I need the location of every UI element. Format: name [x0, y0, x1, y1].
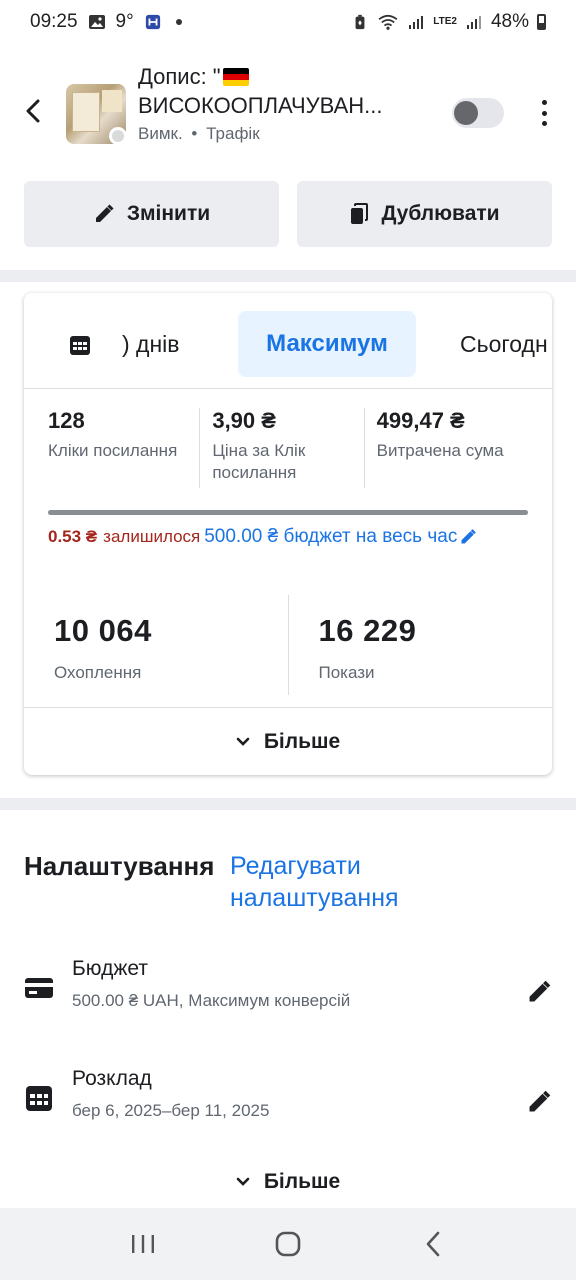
- back-button[interactable]: [20, 98, 46, 124]
- schedule-title: Розклад: [72, 1067, 152, 1090]
- duplicate-button[interactable]: Дублювати: [297, 181, 552, 247]
- settings-more-button[interactable]: Більше: [0, 1160, 576, 1204]
- edit-button-label: Змінити: [126, 202, 211, 225]
- setting-schedule[interactable]: Розклад бер 6, 2025–бер 11, 2025: [24, 1067, 552, 1137]
- german-flag-icon: [222, 68, 249, 86]
- network-type-label: LTE2: [433, 16, 457, 27]
- metric-reach: 10 064 Охоплення: [24, 595, 288, 695]
- app-notification-icon: [145, 14, 160, 30]
- metric-label: Витрачена сума: [376, 441, 504, 460]
- credit-card-icon: [25, 978, 53, 998]
- metric-value: 3,90 ₴: [212, 408, 276, 433]
- budget-subtitle: 500.00 ₴ UAH, Максимум конверсій: [72, 991, 351, 1010]
- setting-budget[interactable]: Бюджет 500.00 ₴ UAH, Максимум конверсій: [24, 957, 552, 1027]
- remaining-amount: 0.53 ₴: [48, 527, 98, 546]
- budget-progress-fill: [48, 510, 528, 515]
- budget-progress-bar: [48, 510, 528, 515]
- settings-title: Налаштування: [24, 851, 215, 881]
- back-arrow-icon: [427, 1231, 440, 1257]
- reach-impressions-row: 10 064 Охоплення 16 229 Покази: [24, 595, 552, 695]
- ad-title-block[interactable]: Допис: " ВИСОКООПЛАЧУВАН... Вимк. • Траф…: [138, 62, 418, 144]
- ad-header: Допис: " ВИСОКООПЛАЧУВАН... Вимк. • Траф…: [0, 58, 576, 168]
- status-bar: 09:25 9° LTE2 48%: [0, 0, 576, 44]
- section-divider: [0, 798, 576, 810]
- metric-impressions: 16 229 Покази: [287, 595, 553, 695]
- budget-row: 0.53 ₴ залишилося 500.00 ₴ бюджет на вес…: [48, 526, 532, 548]
- metric-label: Ціна за Клік посилання: [212, 441, 306, 482]
- signal-icon: [409, 16, 424, 29]
- metric-amount-spent: 499,47 ₴ Витрачена сума: [363, 408, 528, 488]
- card-more-button[interactable]: Більше: [24, 707, 552, 775]
- schedule-subtitle: бер 6, 2025–бер 11, 2025: [72, 1101, 270, 1120]
- reach-value: 10 064: [54, 613, 152, 648]
- signal-2-icon: [466, 16, 481, 29]
- impressions-value: 16 229: [318, 613, 417, 648]
- status-time: 09:25: [30, 11, 78, 32]
- calendar-icon[interactable]: [68, 333, 92, 357]
- battery-icon: [537, 14, 546, 30]
- edit-budget-pencil-icon[interactable]: [526, 979, 552, 1005]
- ad-active-toggle[interactable]: [452, 98, 504, 128]
- battery-percent: 48%: [490, 11, 529, 32]
- edit-schedule-pencil-icon[interactable]: [526, 1089, 552, 1115]
- ad-status-dot: [109, 127, 127, 145]
- metric-value: 128: [48, 408, 85, 433]
- ad-subtitle: Вимк. • Трафік: [138, 124, 418, 144]
- data-saver-icon: [355, 14, 365, 30]
- vertical-dots-icon: [541, 100, 547, 105]
- impressions-label: Покази: [318, 663, 375, 682]
- recent-apps-button[interactable]: [123, 1224, 163, 1264]
- metric-value: 499,47 ₴: [376, 408, 465, 433]
- more-options-button[interactable]: [530, 98, 558, 128]
- budget-total-link[interactable]: 500.00 ₴ бюджет на весь час: [204, 526, 457, 548]
- chevron-left-icon: [26, 99, 40, 123]
- tab-days[interactable]: ) днів: [122, 331, 180, 358]
- home-button[interactable]: [268, 1224, 308, 1264]
- ad-status-text: Вимк.: [138, 124, 183, 143]
- date-range-tabs: ) днів Максимум Сьогодн: [24, 293, 552, 389]
- ad-title-line-1: Допис: ": [138, 62, 418, 91]
- pencil-icon: [95, 204, 114, 222]
- section-divider: [0, 270, 576, 282]
- subtitle-separator: •: [191, 124, 198, 143]
- metric-cost-per-click: 3,90 ₴ Ціна за Клік посилання: [199, 408, 363, 488]
- metrics-row: 128 Кліки посилання 3,90 ₴ Ціна за Клік …: [48, 408, 528, 488]
- copy-icon: [351, 203, 369, 224]
- metric-label: Кліки посилання: [48, 441, 178, 460]
- calendar-icon: [26, 1086, 52, 1111]
- remaining-label: залишилося: [103, 527, 201, 546]
- budget-title: Бюджет: [72, 957, 148, 980]
- performance-card: ) днів Максимум Сьогодн 128 Кліки посила…: [24, 293, 552, 775]
- system-navigation-bar: [0, 1208, 576, 1280]
- recent-apps-icon: [131, 1235, 154, 1253]
- chevron-down-icon: [236, 1177, 250, 1186]
- duplicate-button-label: Дублювати: [381, 202, 500, 225]
- ad-title-line-2: ВИСОКООПЛАЧУВАН...: [138, 93, 383, 118]
- settings-more-label: Більше: [263, 1170, 341, 1193]
- reach-label: Охоплення: [54, 663, 142, 682]
- edit-budget-icon[interactable]: [459, 528, 477, 546]
- edit-button[interactable]: Змінити: [24, 181, 279, 247]
- card-more-label: Більше: [263, 729, 341, 753]
- system-back-button[interactable]: [413, 1224, 453, 1264]
- metric-link-clicks: 128 Кліки посилання: [48, 408, 199, 488]
- status-temperature: 9°: [115, 11, 134, 32]
- chevron-down-icon: [236, 737, 250, 746]
- tab-maximum[interactable]: Максимум: [238, 311, 416, 377]
- wifi-icon: [378, 14, 398, 30]
- edit-settings-link[interactable]: Редагувати налаштування: [230, 850, 530, 914]
- tab-today[interactable]: Сьогодн: [460, 331, 548, 358]
- ad-objective-text: Трафік: [206, 124, 260, 143]
- home-icon: [275, 1231, 301, 1257]
- action-buttons: Змінити Дублювати: [24, 181, 552, 247]
- notification-dot-icon: [175, 19, 182, 25]
- gallery-icon: [88, 15, 105, 29]
